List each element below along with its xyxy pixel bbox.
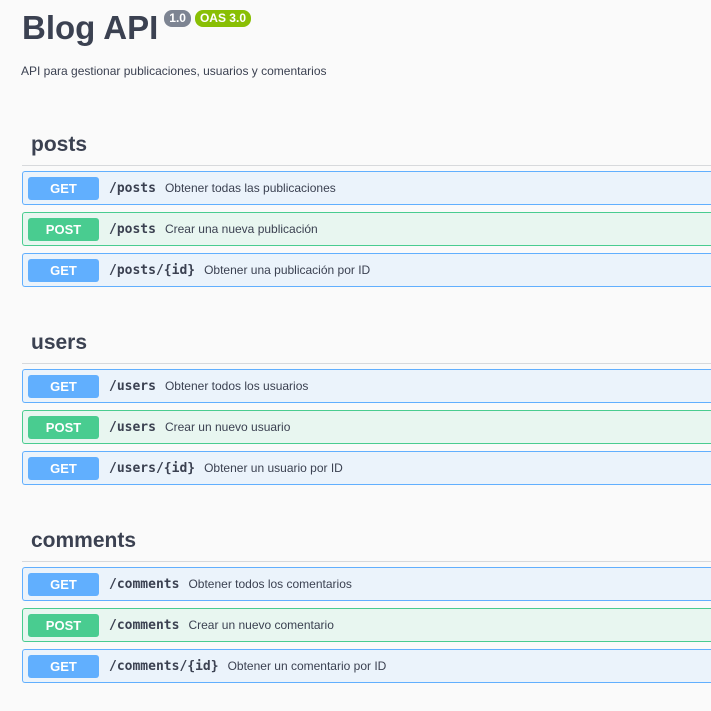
section-comments: comments GET /comments Obtener todos los… <box>22 521 711 683</box>
operation-summary: Obtener un comentario por ID <box>227 659 387 673</box>
api-header: Blog API 1.0 OAS 3.0 <box>22 6 251 50</box>
swagger-page: Blog API 1.0 OAS 3.0 API para gestionar … <box>0 0 711 711</box>
method-badge: GET <box>28 654 99 678</box>
operation-path: /posts <box>109 180 156 196</box>
method-badge: GET <box>28 176 99 200</box>
oas-badge: OAS 3.0 <box>194 10 251 27</box>
method-badge: GET <box>28 456 99 480</box>
operation-get-user-by-id[interactable]: GET /users/{id} Obtener un usuario por I… <box>22 451 711 485</box>
operation-post-posts[interactable]: POST /posts Crear una nueva publicación <box>22 212 711 246</box>
operation-summary: Obtener un usuario por ID <box>204 461 343 475</box>
section-users: users GET /users Obtener todos los usuar… <box>22 323 711 485</box>
operation-post-users[interactable]: POST /users Crear un nuevo usuario <box>22 410 711 444</box>
section-posts: posts GET /posts Obtener todas las publi… <box>22 125 711 287</box>
method-badge: GET <box>28 572 99 596</box>
method-badge: GET <box>28 374 99 398</box>
operation-path: /comments <box>109 617 180 633</box>
section-title-users[interactable]: users <box>22 323 711 364</box>
operation-summary: Crear una nueva publicación <box>164 222 318 236</box>
operation-path: /users <box>109 378 156 394</box>
operation-get-comments[interactable]: GET /comments Obtener todos los comentar… <box>22 567 711 601</box>
operation-summary: Crear un nuevo usuario <box>164 420 291 434</box>
operation-get-post-by-id[interactable]: GET /posts/{id} Obtener una publicación … <box>22 253 711 287</box>
operation-path: /users/{id} <box>109 460 196 476</box>
api-description: API para gestionar publicaciones, usuari… <box>21 64 327 78</box>
operation-path: /users <box>109 419 156 435</box>
operation-summary: Obtener todos los comentarios <box>188 577 352 591</box>
method-badge: GET <box>28 258 99 282</box>
method-badge: POST <box>28 415 99 439</box>
operation-path: /comments/{id} <box>109 658 219 674</box>
operation-get-posts[interactable]: GET /posts Obtener todas las publicacion… <box>22 171 711 205</box>
method-badge: POST <box>28 613 99 637</box>
operation-path: /posts/{id} <box>109 262 196 278</box>
operation-summary: Crear un nuevo comentario <box>188 618 334 632</box>
operation-summary: Obtener todos los usuarios <box>164 379 309 393</box>
operation-summary: Obtener todas las publicaciones <box>164 181 336 195</box>
operation-get-comment-by-id[interactable]: GET /comments/{id} Obtener un comentario… <box>22 649 711 683</box>
method-badge: POST <box>28 217 99 241</box>
operation-get-users[interactable]: GET /users Obtener todos los usuarios <box>22 369 711 403</box>
version-badge: 1.0 <box>164 10 191 27</box>
api-title: Blog API <box>22 9 159 46</box>
operation-path: /comments <box>109 576 180 592</box>
section-title-posts[interactable]: posts <box>22 125 711 166</box>
operation-post-comments[interactable]: POST /comments Crear un nuevo comentario <box>22 608 711 642</box>
operation-summary: Obtener una publicación por ID <box>204 263 371 277</box>
operation-path: /posts <box>109 221 156 237</box>
section-title-comments[interactable]: comments <box>22 521 711 562</box>
